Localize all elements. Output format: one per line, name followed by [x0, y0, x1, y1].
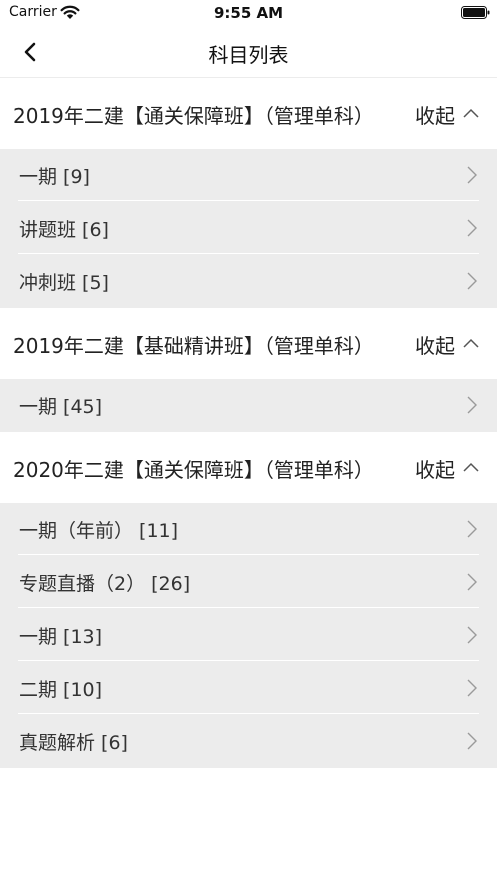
- chevron-right-icon: [467, 573, 477, 591]
- chevron-up-icon[interactable]: [461, 104, 481, 124]
- subject-list: 2019年二建【通关保障班】（管理单科） 收起 一期 [9] 讲题班 [6] 冲刺班 […: [0, 78, 497, 768]
- chevron-right-icon: [467, 732, 477, 750]
- chevron-up-icon[interactable]: [461, 458, 481, 478]
- section-items: 一期（年前） [11] 专题直播（2） [26] 一期 [13] 二期 [10] 真题解…: [0, 503, 497, 768]
- list-item[interactable]: 一期 [13]: [0, 609, 497, 662]
- section-items: 一期 [45]: [0, 379, 497, 432]
- list-item-content: 专题直播（2） [26]: [18, 556, 479, 608]
- list-item-label: 一期（年前） [11]: [19, 520, 179, 542]
- chevron-up-icon[interactable]: [461, 334, 481, 354]
- list-item-content: 二期 [10]: [18, 662, 479, 714]
- section-header[interactable]: 2020年二建【通关保障班】（管理单科） 收起: [0, 432, 497, 503]
- list-item-label: 真题解析 [6]: [19, 732, 128, 754]
- list-item-label: 冲刺班 [5]: [19, 272, 109, 294]
- section-header[interactable]: 2019年二建【基础精讲班】（管理单科） 收起: [0, 308, 497, 379]
- list-item-label: 讲题班 [6]: [19, 219, 109, 241]
- chevron-right-icon: [467, 520, 477, 538]
- section-items: 一期 [9] 讲题班 [6] 冲刺班 [5]: [0, 149, 497, 308]
- status-time: 9:55 AM: [213, 4, 284, 22]
- list-item-content: 一期 [9]: [18, 149, 479, 201]
- list-item-content: 讲题班 [6]: [18, 202, 479, 254]
- list-item-label: 一期 [45]: [19, 396, 103, 418]
- list-item-content: 一期（年前） [11]: [18, 503, 479, 555]
- chevron-right-icon: [467, 679, 477, 697]
- list-item[interactable]: 讲题班 [6]: [0, 202, 497, 255]
- list-item-label: 二期 [10]: [19, 679, 103, 701]
- chevron-right-icon: [467, 219, 477, 237]
- collapse-toggle-label[interactable]: 收起: [415, 100, 455, 129]
- navigation-bar: 科目列表: [0, 26, 497, 78]
- list-item-content: 一期 [13]: [18, 609, 479, 661]
- list-item-content: 真题解析 [6]: [18, 715, 479, 767]
- battery-icon: [461, 6, 490, 19]
- list-item-label: 一期 [9]: [19, 166, 90, 188]
- list-item[interactable]: 真题解析 [6]: [0, 715, 497, 768]
- page-title: 科目列表: [208, 43, 289, 67]
- list-item-content: 冲刺班 [5]: [18, 255, 479, 307]
- list-item[interactable]: 一期（年前） [11]: [0, 503, 497, 556]
- list-item[interactable]: 冲刺班 [5]: [0, 255, 497, 308]
- section-title: 2019年二建【基础精讲班】（管理单科）: [13, 334, 374, 358]
- chevron-right-icon: [467, 272, 477, 290]
- status-bar: Carrier 9:55 AM: [0, 0, 497, 26]
- section-title: 2020年二建【通关保障班】（管理单科）: [13, 458, 374, 482]
- list-item[interactable]: 二期 [10]: [0, 662, 497, 715]
- list-item-label: 一期 [13]: [19, 626, 103, 648]
- section-header[interactable]: 2019年二建【通关保障班】（管理单科） 收起: [0, 78, 497, 149]
- list-item-content: 一期 [45]: [18, 379, 479, 431]
- list-item[interactable]: 一期 [9]: [0, 149, 497, 202]
- chevron-right-icon: [467, 166, 477, 184]
- list-item[interactable]: 专题直播（2） [26]: [0, 556, 497, 609]
- list-item-label: 专题直播（2） [26]: [19, 573, 191, 595]
- list-item[interactable]: 一期 [45]: [0, 379, 497, 432]
- collapse-toggle-label[interactable]: 收起: [415, 454, 455, 483]
- chevron-right-icon: [467, 396, 477, 414]
- section-title: 2019年二建【通关保障班】（管理单科）: [13, 104, 374, 128]
- chevron-right-icon: [467, 626, 477, 644]
- collapse-toggle-label[interactable]: 收起: [415, 330, 455, 359]
